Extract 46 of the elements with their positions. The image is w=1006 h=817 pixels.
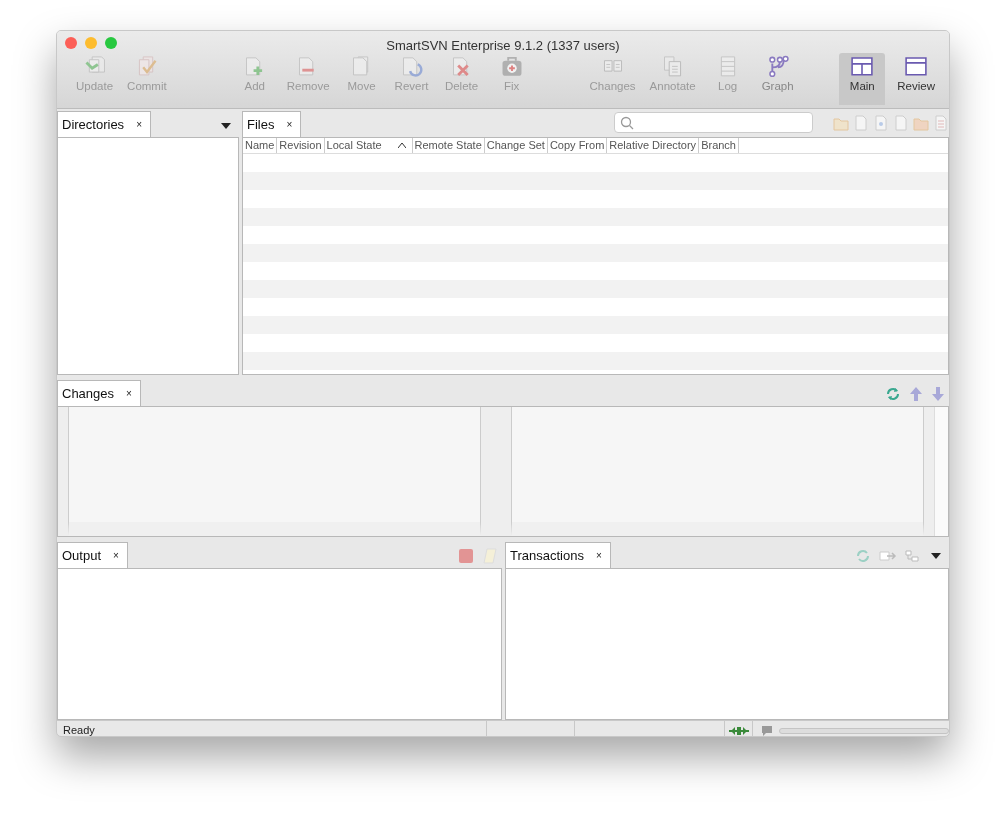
tree-icon[interactable] bbox=[905, 549, 919, 563]
review-layout-icon bbox=[903, 55, 930, 78]
column-header[interactable]: Relative Directory bbox=[607, 138, 700, 153]
column-header[interactable]: Local State bbox=[324, 138, 413, 153]
close-tab-button[interactable]: × bbox=[286, 117, 293, 132]
view-button[interactable]: Review bbox=[889, 53, 943, 105]
status-text: Ready bbox=[63, 723, 95, 736]
close-tab-button[interactable]: × bbox=[126, 386, 132, 401]
arrow-up-icon[interactable] bbox=[909, 386, 923, 402]
column-header[interactable]: Revision bbox=[277, 138, 325, 153]
speech-bubble-icon bbox=[761, 724, 773, 736]
panel-tab[interactable]: Directories × bbox=[57, 111, 151, 137]
dropdown-caret-icon[interactable] bbox=[931, 553, 941, 559]
close-tab-button[interactable]: × bbox=[113, 548, 119, 563]
search-icon bbox=[620, 115, 634, 130]
panel-tab[interactable]: Output × bbox=[57, 542, 128, 568]
view-button[interactable]: Main bbox=[839, 53, 886, 105]
column-header[interactable]: Name bbox=[243, 138, 278, 153]
panel-tab[interactable]: Files × bbox=[242, 111, 302, 137]
document-icon[interactable] bbox=[893, 114, 909, 131]
column-header[interactable]: Remote State bbox=[412, 138, 485, 153]
close-tab-button[interactable]: × bbox=[595, 548, 602, 563]
panel-tab[interactable]: Transactions × bbox=[505, 542, 611, 568]
refresh-icon[interactable] bbox=[855, 548, 871, 564]
document-icon[interactable] bbox=[853, 114, 869, 131]
panel-tab[interactable]: Changes × bbox=[57, 380, 141, 406]
eraser-icon[interactable] bbox=[482, 548, 498, 564]
dropdown-caret-icon[interactable] bbox=[221, 123, 231, 129]
column-header[interactable]: Branch bbox=[699, 138, 739, 153]
column-header[interactable]: Copy From bbox=[547, 138, 608, 153]
arrow-right-icon[interactable] bbox=[879, 549, 897, 563]
minimize-window-button[interactable] bbox=[85, 37, 97, 49]
document-gear-icon[interactable] bbox=[873, 114, 889, 131]
column-header[interactable]: Change Set bbox=[484, 138, 548, 153]
main-layout-icon bbox=[849, 55, 876, 78]
close-window-button[interactable] bbox=[65, 37, 77, 49]
list-document-icon[interactable] bbox=[933, 114, 949, 131]
stop-icon[interactable] bbox=[458, 548, 474, 564]
refresh-icon[interactable] bbox=[885, 386, 901, 402]
close-tab-button[interactable]: × bbox=[136, 117, 142, 132]
search-field[interactable] bbox=[614, 112, 813, 133]
connection-plug-icon bbox=[729, 725, 749, 736]
arrow-down-icon[interactable] bbox=[931, 386, 945, 402]
window-title: SmartSVN Enterprise 9.1.2 (1337 users) bbox=[386, 38, 620, 53]
scrollbar[interactable] bbox=[934, 407, 948, 536]
zoom-window-button[interactable] bbox=[105, 37, 117, 49]
